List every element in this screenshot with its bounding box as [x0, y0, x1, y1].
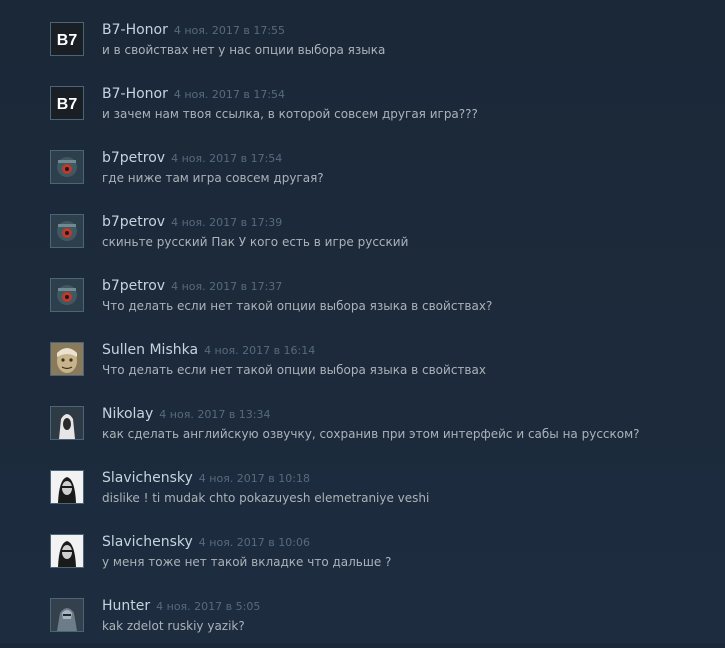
comment-text: скиньте русский Пак У кого есть в игре р… [102, 235, 409, 249]
comment-timestamp: 4 ноя. 2017 в 16:14 [204, 344, 316, 357]
comment-author-link[interactable]: Nikolay [102, 406, 153, 422]
armored-figure-avatar[interactable] [50, 598, 84, 632]
comment-text: где ниже там игра совсем другая? [102, 171, 324, 185]
comment-item: b7petrov 4 ноя. 2017 в 17:37 Что делать е… [50, 278, 710, 328]
comment-timestamp: 4 ноя. 2017 в 10:06 [198, 536, 310, 549]
b7-logo-avatar[interactable]: B7 [50, 22, 84, 56]
b7-logo-text: B7 [57, 96, 78, 113]
comment-author-line: Slavichensky 4 ноя. 2017 в 10:18 [102, 470, 310, 486]
comment-text: и зачем нам твоя ссылка, в которой совсе… [102, 107, 478, 121]
hooded-figure-avatar[interactable] [50, 406, 84, 440]
comment-timestamp: 4 ноя. 2017 в 17:54 [171, 152, 283, 165]
robot-avatar[interactable] [50, 278, 84, 312]
comment-author-link[interactable]: Slavichensky [102, 470, 193, 486]
comment-author-line: Sullen Mishka 4 ноя. 2017 в 16:14 [102, 342, 315, 358]
comment-author-link[interactable]: Sullen Mishka [102, 342, 198, 358]
masked-face-avatar[interactable] [50, 534, 84, 568]
comment-timestamp: 4 ноя. 2017 в 17:39 [171, 216, 283, 229]
comment-text: dislike ! ti mudak chto pokazuyesh eleme… [102, 491, 430, 505]
comment-author-link[interactable]: Slavichensky [102, 534, 193, 550]
comment-author-link[interactable]: b7petrov [102, 278, 165, 294]
comment-item: B7 B7-Honor 4 ноя. 2017 в 17:54 и зачем н… [50, 86, 710, 136]
comment-author-link[interactable]: b7petrov [102, 214, 165, 230]
comment-author-line: B7-Honor 4 ноя. 2017 в 17:55 [102, 22, 285, 38]
comment-timestamp: 4 ноя. 2017 в 13:34 [159, 408, 271, 421]
comment-item: B7 B7-Honor 4 ноя. 2017 в 17:55 и в свойс… [50, 22, 710, 72]
comment-text: как сделать английскую озвучку, сохранив… [102, 427, 640, 441]
comment-author-link[interactable]: B7-Honor [102, 86, 168, 102]
comment-text: и в свойствах нет у нас опции выбора язы… [102, 43, 386, 57]
b7-logo-avatar[interactable]: B7 [50, 86, 84, 120]
comment-author-link[interactable]: B7-Honor [102, 22, 168, 38]
comment-timestamp: 4 ноя. 2017 в 17:55 [173, 24, 286, 37]
robot-avatar[interactable] [50, 150, 84, 184]
comment-author-link[interactable]: b7petrov [102, 150, 165, 166]
comment-author-line: B7-Honor 4 ноя. 2017 в 17:54 [102, 86, 285, 102]
comment-item: b7petrov 4 ноя. 2017 в 17:39 скиньте русс… [50, 214, 710, 264]
comment-item: Nikolay 4 ноя. 2017 в 13:34 как сделать а… [50, 406, 710, 456]
comment-item: Slavichensky 4 ноя. 2017 в 10:06 у меня т… [50, 534, 710, 584]
comment-item: Sullen Mishka 4 ноя. 2017 в 16:14 Что дел… [50, 342, 710, 392]
comment-text: у меня тоже нет такой вкладке что дальше… [102, 555, 392, 569]
comment-timestamp: 4 ноя. 2017 в 5:05 [156, 600, 261, 613]
comment-author-line: Slavichensky 4 ноя. 2017 в 10:06 [102, 534, 310, 550]
comment-item: Slavichensky 4 ноя. 2017 в 10:18 dislike … [50, 470, 710, 520]
comment-text: kak zdelot ruskiy yazik? [102, 619, 245, 633]
comment-item: Hunter 4 ноя. 2017 в 5:05 kak zdelot rusk… [50, 598, 710, 648]
comment-author-line: Hunter 4 ноя. 2017 в 5:05 [102, 598, 260, 614]
comment-text: Что делать если нет такой опции выбора я… [102, 299, 493, 313]
comment-author-line: b7petrov 4 ноя. 2017 в 17:37 [102, 278, 282, 294]
comment-text: Что делать если нет такой опции выбора я… [102, 363, 486, 377]
comment-author-link[interactable]: Hunter [102, 598, 150, 614]
comment-author-line: b7petrov 4 ноя. 2017 в 17:39 [102, 214, 282, 230]
masked-face-avatar[interactable] [50, 470, 84, 504]
comment-author-line: Nikolay 4 ноя. 2017 в 13:34 [102, 406, 271, 422]
comment-author-line: b7petrov 4 ноя. 2017 в 17:54 [102, 150, 282, 166]
face-avatar[interactable] [50, 342, 84, 376]
comment-timestamp: 4 ноя. 2017 в 17:54 [173, 88, 286, 101]
comment-item: b7petrov 4 ноя. 2017 в 17:54 где ниже там… [50, 150, 710, 200]
robot-avatar[interactable] [50, 214, 84, 248]
b7-logo-text: B7 [57, 32, 78, 49]
comment-timestamp: 4 ноя. 2017 в 17:37 [171, 280, 283, 293]
comment-timestamp: 4 ноя. 2017 в 10:18 [198, 472, 310, 485]
